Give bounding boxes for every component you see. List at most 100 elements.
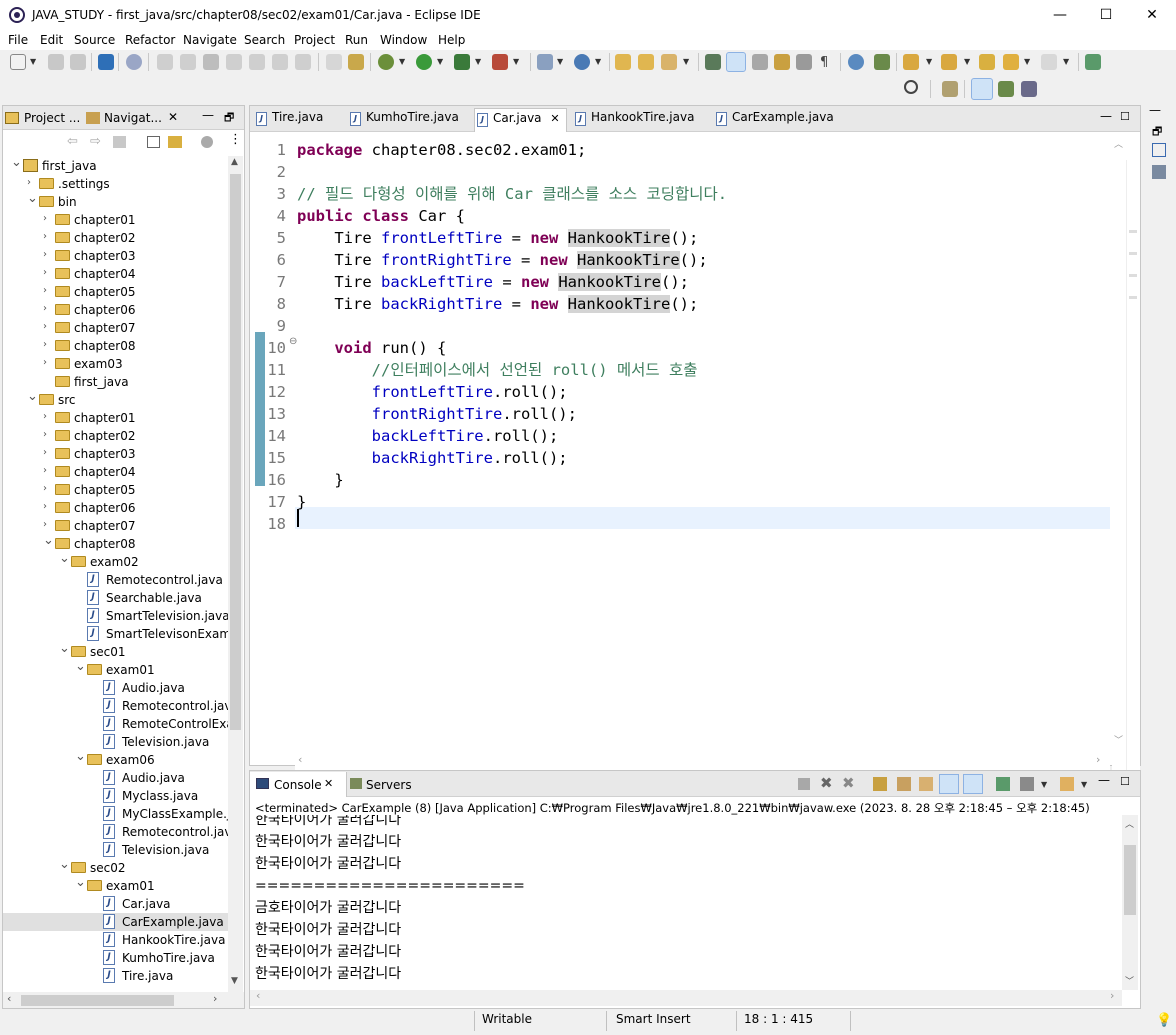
tree-item[interactable]: ⌄ sec01 <box>3 641 228 661</box>
code-line[interactable]: Tire frontLeftTire = new HankookTire(); <box>297 227 698 249</box>
tree-item[interactable]: J RemoteControlExar <box>3 715 228 733</box>
chevron-down-icon[interactable]: ⌄ <box>59 551 70 566</box>
code-line[interactable]: void run() { <box>297 337 446 359</box>
tree-item[interactable]: J Myclass.java <box>3 787 228 805</box>
step-into-icon[interactable] <box>249 54 265 70</box>
close-tab-icon[interactable]: ✕ <box>324 777 333 790</box>
minimize-view-icon[interactable]: — <box>202 108 214 122</box>
tree-item[interactable]: › chapter06 <box>3 499 228 517</box>
tree-item[interactable]: › chapter05 <box>3 283 228 301</box>
code-line[interactable]: Tire backRightTire = new HankookTire(); <box>297 293 698 315</box>
back-icon[interactable] <box>1003 54 1019 70</box>
toggle-mark-occurrences-icon[interactable] <box>705 54 721 70</box>
chevron-right-icon[interactable]: › <box>43 411 53 422</box>
maximize-console-icon[interactable]: ☐ <box>1120 775 1130 788</box>
maximize-view-icon[interactable]: 🗗 <box>224 109 234 128</box>
tree-item[interactable]: ⌄ first_java <box>3 156 228 175</box>
tree-item[interactable]: J SmartTelevisonExamp <box>3 625 228 643</box>
tree-item[interactable]: › chapter04 <box>3 463 228 481</box>
tree-item[interactable]: › chapter02 <box>3 427 228 445</box>
tab-servers[interactable]: Servers <box>366 778 412 792</box>
tab-kumhotire-java[interactable]: J KumhoTire.java <box>348 110 459 130</box>
chevron-right-icon[interactable]: › <box>27 177 37 188</box>
remove-all-terminated-icon[interactable]: ✖ <box>842 774 855 792</box>
word-wrap-icon[interactable] <box>796 54 812 70</box>
highlight-icon[interactable] <box>726 52 746 72</box>
code-line[interactable]: Tire backLeftTire = new HankookTire(); <box>297 271 689 293</box>
chevron-right-icon[interactable]: › <box>43 231 53 242</box>
minimize-editor-icon[interactable]: — <box>1100 109 1112 123</box>
tree-item[interactable]: ⌄ sec02 <box>3 857 228 877</box>
tab-console[interactable]: Console ✕ <box>250 772 347 797</box>
tree-hscrollbar-thumb[interactable] <box>21 995 174 1006</box>
view-menu-icon[interactable]: ⋮ <box>229 132 242 147</box>
forward-dropdown-icon[interactable]: ▼ <box>1063 57 1069 66</box>
tree-item[interactable]: › chapter06 <box>3 301 228 319</box>
tab-carexample-java[interactable]: J CarExample.java <box>714 110 834 130</box>
chevron-right-icon[interactable]: › <box>43 465 53 476</box>
maximize-button[interactable]: ☐ <box>1083 0 1129 30</box>
git-perspective-icon[interactable] <box>1021 81 1037 97</box>
next-annotation-icon[interactable] <box>903 54 919 70</box>
external-tools-icon[interactable] <box>492 54 508 70</box>
terminate-icon[interactable] <box>203 54 219 70</box>
console-output[interactable]: 한국타이어가 굴러갑니다 한국타이어가 굴러갑니다 한국타이어가 굴러갑니다 ====… <box>250 815 1120 990</box>
maximize-editor-icon[interactable] <box>1085 54 1101 70</box>
search-dropdown-icon[interactable]: ▼ <box>683 57 689 66</box>
close-button[interactable]: ✕ <box>1129 0 1175 30</box>
scroll-up-icon[interactable]: ︿ <box>1125 817 1134 830</box>
remove-launch-icon[interactable]: ✖ <box>820 774 833 792</box>
menu-help[interactable]: Help <box>438 33 465 47</box>
tree-item[interactable]: ⌄ exam01 <box>3 875 228 895</box>
external-tools-dropdown-icon[interactable]: ▼ <box>513 57 519 66</box>
scroll-left-icon[interactable]: ‹ <box>298 753 302 766</box>
tree-item[interactable]: J Remotecontrol.java <box>3 571 228 589</box>
chevron-right-icon[interactable]: › <box>43 213 53 224</box>
chevron-down-icon[interactable]: ⌄ <box>59 641 70 656</box>
search-icon[interactable] <box>904 80 918 94</box>
minimize-trim-icon[interactable]: — <box>1149 103 1161 117</box>
tree-item[interactable]: › chapter03 <box>3 445 228 463</box>
tree-item[interactable]: J Audio.java <box>3 679 228 697</box>
tree-scrollbar-thumb[interactable] <box>230 174 241 730</box>
chevron-right-icon[interactable]: › <box>43 429 53 440</box>
tree-item[interactable]: J SmartTelevision.java <box>3 607 228 625</box>
block-selection-icon[interactable] <box>774 54 790 70</box>
code-line[interactable]: backRightTire.roll(); <box>297 447 568 469</box>
new-class-dropdown-icon[interactable]: ▼ <box>595 57 601 66</box>
code-line[interactable]: backLeftTire.roll(); <box>297 425 559 447</box>
tree-item[interactable]: › chapter07 <box>3 517 228 535</box>
scroll-down-icon[interactable]: ﹀ <box>1114 733 1123 746</box>
chevron-down-icon[interactable]: ⌄ <box>43 533 54 548</box>
terminal-icon[interactable] <box>98 54 114 70</box>
skip-breakpoints-icon[interactable] <box>126 54 142 70</box>
back-arrow-icon[interactable]: ⇦ <box>67 134 78 149</box>
code-line[interactable]: } <box>297 469 343 491</box>
tree-item[interactable]: J Television.java <box>3 841 228 859</box>
minimize-button[interactable]: — <box>1037 0 1083 30</box>
tab-hankooktire-java[interactable]: J HankookTire.java <box>573 110 694 130</box>
tab-tire-java[interactable]: J Tire.java <box>254 110 323 130</box>
overview-mark[interactable] <box>1129 274 1137 277</box>
editor-vertical-scrollbar[interactable] <box>1112 160 1126 774</box>
chevron-right-icon[interactable]: › <box>43 501 53 512</box>
editor-horizontal-scrollbar[interactable] <box>295 755 1110 771</box>
drop-to-frame-icon[interactable] <box>348 54 364 70</box>
menu-run[interactable]: Run <box>345 33 368 47</box>
code-line[interactable]: package chapter08.sec02.exam01; <box>297 139 586 161</box>
debug-perspective-icon[interactable] <box>998 81 1014 97</box>
terminate-console-icon[interactable] <box>798 778 810 790</box>
scroll-right-icon[interactable]: › <box>1096 753 1100 766</box>
coverage-dropdown-icon[interactable]: ▼ <box>475 57 481 66</box>
scroll-up-icon[interactable]: ︿ <box>1114 137 1123 150</box>
pin-console-icon[interactable] <box>996 777 1010 791</box>
display-console-icon[interactable] <box>1020 777 1034 791</box>
tree-item[interactable]: ⌄ bin <box>3 191 228 211</box>
new-java-project-icon[interactable] <box>537 54 553 70</box>
code-line[interactable]: public class Car { <box>297 205 465 227</box>
open-perspective-icon[interactable] <box>942 81 958 97</box>
chevron-down-icon[interactable]: ⌄ <box>75 749 86 764</box>
previous-annotation-icon[interactable] <box>941 54 957 70</box>
tab-project-explorer[interactable]: Project ... <box>24 111 80 125</box>
tab-navigator[interactable]: Navigat... <box>104 111 162 125</box>
